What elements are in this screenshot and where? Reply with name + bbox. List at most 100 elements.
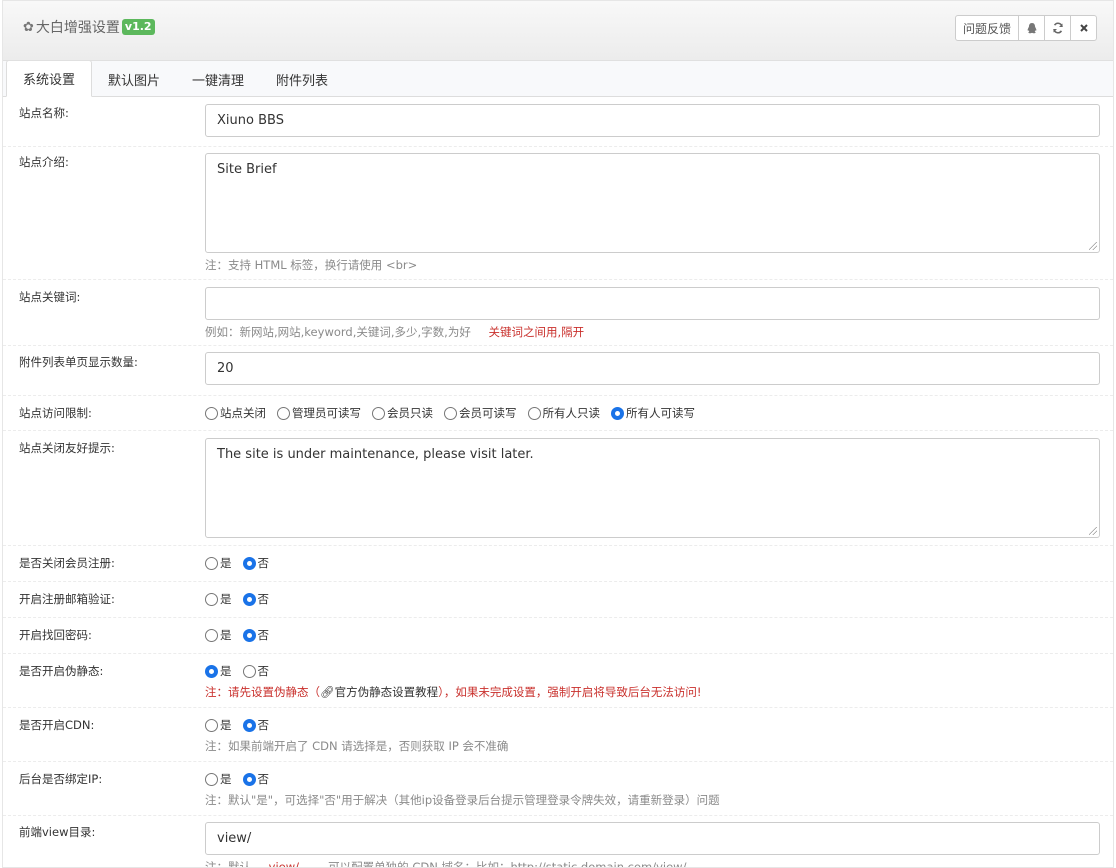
- radio-label: 否: [257, 664, 270, 678]
- qq-icon: [1027, 22, 1036, 33]
- tab-system-settings[interactable]: 系统设置: [6, 60, 93, 97]
- radio-site-closed[interactable]: 站点关闭: [205, 405, 266, 421]
- url-rewrite-radio-group: 是 否: [205, 663, 1100, 679]
- radio-label: 否: [257, 718, 270, 732]
- view-dir-input[interactable]: view/: [205, 822, 1100, 855]
- close-button[interactable]: [1070, 15, 1097, 41]
- site-keywords-hint-example: 例如：新网站,网站,keyword,关键词,多少,字数,为好: [205, 325, 471, 339]
- radio-close-register-no[interactable]: 否: [242, 555, 269, 571]
- radio-dot: [205, 406, 218, 420]
- link-icon: 🔗︎: [320, 685, 335, 699]
- view-dir-hint-post: ，可以配置单独的 CDN 域名：比如：http://static.domain.…: [316, 860, 687, 868]
- site-access-label: 站点访问限制:: [19, 406, 92, 420]
- cdn-hint: 注：如果前端开启了 CDN 请选择是，否则获取 IP 会不准确: [205, 739, 509, 753]
- site-brief-textarea[interactable]: Site Brief: [205, 153, 1100, 253]
- site-brief-hint: 注：支持 HTML 标签，换行请使用 <br>: [205, 258, 418, 272]
- radio-bind-ip-yes[interactable]: 是: [205, 771, 232, 787]
- resize-grip-icon[interactable]: [1089, 242, 1097, 250]
- find-password-label: 开启找回密码:: [19, 628, 92, 642]
- radio-label: 是: [220, 664, 232, 678]
- gear-icon: ✿: [23, 19, 34, 35]
- radio-dot: [242, 772, 256, 786]
- bind-ip-label: 后台是否绑定IP:: [19, 772, 103, 786]
- radio-dot: [242, 628, 256, 642]
- radio-email-verify-yes[interactable]: 是: [205, 591, 232, 607]
- row-find-password: 开启找回密码: 是 否: [3, 618, 1113, 654]
- view-dir-hint-dir: view/: [268, 860, 300, 868]
- radio-dot: [527, 406, 541, 420]
- cdn-radio-group: 是 否: [205, 717, 1100, 733]
- view-dir-hint-pre: 注：默认: [205, 860, 251, 868]
- radio-cdn-no[interactable]: 否: [242, 717, 270, 733]
- radio-all-read[interactable]: 所有人只读: [527, 405, 601, 421]
- url-rewrite-label: 是否开启伪静态:: [19, 664, 104, 678]
- radio-dot: [205, 718, 218, 732]
- radio-admin-rw[interactable]: 管理员可读写: [277, 405, 361, 421]
- url-rewrite-tutorial-link[interactable]: 官方伪静态设置教程: [335, 685, 439, 699]
- close-icon: [1079, 24, 1088, 32]
- row-email-verify: 开启注册邮箱验证: 是 否: [3, 582, 1113, 618]
- radio-bind-ip-no[interactable]: 否: [242, 771, 269, 787]
- find-password-radio-group: 是 否: [205, 627, 1100, 643]
- tab-one-click-clean[interactable]: 一键清理: [176, 61, 260, 97]
- radio-label: 站点关闭: [220, 406, 266, 420]
- radio-email-verify-no[interactable]: 否: [242, 591, 270, 607]
- bind-ip-radio-group: 是 否: [205, 771, 1100, 787]
- view-dir-hint: 注：默认 view/ ，可以配置单独的 CDN 域名：比如：http://sta…: [205, 859, 1100, 868]
- row-cdn: 是否开启CDN: 是 否 注：如果前端开启了 CDN 请选择是，否则获取 IP …: [3, 708, 1113, 762]
- radio-url-rewrite-yes[interactable]: 是: [205, 663, 232, 679]
- tab-attachment-list[interactable]: 附件列表: [260, 61, 344, 97]
- site-access-radio-group: 站点关闭 管理员可读写 会员只读 会员可读写 所有人只读 所有人可读写: [205, 405, 1100, 421]
- attach-pagesize-input[interactable]: 20: [205, 352, 1100, 385]
- refresh-button[interactable]: [1044, 15, 1071, 41]
- qq-button[interactable]: [1018, 15, 1045, 41]
- radio-member-rw[interactable]: 会员可读写: [444, 405, 517, 421]
- url-rewrite-warning: 注：请先设置伪静态（🔗︎官方伪静态设置教程），如果未完成设置，强制开启将导致后台…: [205, 684, 1100, 700]
- radio-find-password-no[interactable]: 否: [242, 627, 270, 643]
- cdn-label: 是否开启CDN:: [19, 718, 95, 732]
- view-dir-label: 前端view目录:: [19, 825, 96, 839]
- radio-label: 会员可读写: [459, 406, 517, 420]
- row-site-brief: 站点介绍: Site Brief 注：支持 HTML 标签，换行请使用 <br>: [3, 147, 1113, 280]
- panel-title: ✿ 大白增强设置 v1.2: [23, 17, 155, 37]
- site-keywords-input[interactable]: [205, 287, 1100, 320]
- close-register-label: 是否关闭会员注册:: [19, 556, 115, 570]
- radio-cdn-yes[interactable]: 是: [205, 717, 232, 733]
- row-site-keywords: 站点关键词: 例如：新网站,网站,keyword,关键词,多少,字数,为好 关键…: [3, 280, 1113, 346]
- radio-member-read[interactable]: 会员只读: [372, 405, 433, 421]
- radio-dot: [205, 556, 218, 570]
- row-attach-pagesize: 附件列表单页显示数量: 20: [3, 346, 1113, 396]
- radio-find-password-yes[interactable]: 是: [205, 627, 232, 643]
- row-bind-ip: 后台是否绑定IP: 是 否 注：默认"是"，可选择"否"用于解决（其他ip设备登…: [3, 762, 1113, 816]
- email-verify-radio-group: 是 否: [205, 591, 1100, 607]
- refresh-icon: [1052, 22, 1063, 34]
- tab-default-images[interactable]: 默认图片: [92, 61, 176, 97]
- site-name-input[interactable]: Xiuno BBS: [205, 104, 1100, 137]
- close-tip-value: The site is under maintenance, please vi…: [217, 447, 534, 462]
- radio-dot: [444, 406, 457, 420]
- radio-label: 否: [257, 628, 270, 642]
- url-rewrite-warning-post: ），如果未完成设置，强制开启将导致后台无法访问!: [438, 685, 702, 699]
- close-tip-textarea[interactable]: The site is under maintenance, please vi…: [205, 438, 1100, 538]
- site-brief-label: 站点介绍:: [19, 155, 69, 169]
- radio-label: 所有人只读: [542, 406, 601, 420]
- radio-dot: [242, 664, 256, 678]
- radio-dot: [242, 592, 256, 606]
- tab-bar: 系统设置 默认图片 一键清理 附件列表: [3, 60, 1113, 97]
- radio-label: 否: [257, 592, 270, 606]
- radio-label: 是: [220, 718, 232, 732]
- radio-close-register-yes[interactable]: 是: [205, 555, 232, 571]
- radio-all-rw[interactable]: 所有人可读写: [611, 405, 695, 421]
- radio-url-rewrite-no[interactable]: 否: [242, 663, 270, 679]
- radio-dot: [242, 556, 256, 570]
- panel-header: ✿ 大白增强设置 v1.2 问题反馈: [3, 1, 1113, 61]
- row-url-rewrite: 是否开启伪静态: 是 否 注：请先设置伪静态（🔗︎官方伪静态设置教程），如果未完…: [3, 654, 1113, 708]
- radio-label: 是: [220, 592, 232, 606]
- email-verify-label: 开启注册邮箱验证:: [19, 592, 115, 606]
- row-site-access: 站点访问限制: 站点关闭 管理员可读写 会员只读 会员可读写 所有人只读 所有人…: [3, 396, 1113, 431]
- feedback-button[interactable]: 问题反馈: [954, 15, 1019, 41]
- resize-grip-icon[interactable]: [1089, 527, 1097, 535]
- site-keywords-hint: 例如：新网站,网站,keyword,关键词,多少,字数,为好 关键词之间用,隔开: [205, 324, 1100, 340]
- header-button-group: 问题反馈: [954, 15, 1097, 41]
- radio-label: 会员只读: [387, 406, 433, 420]
